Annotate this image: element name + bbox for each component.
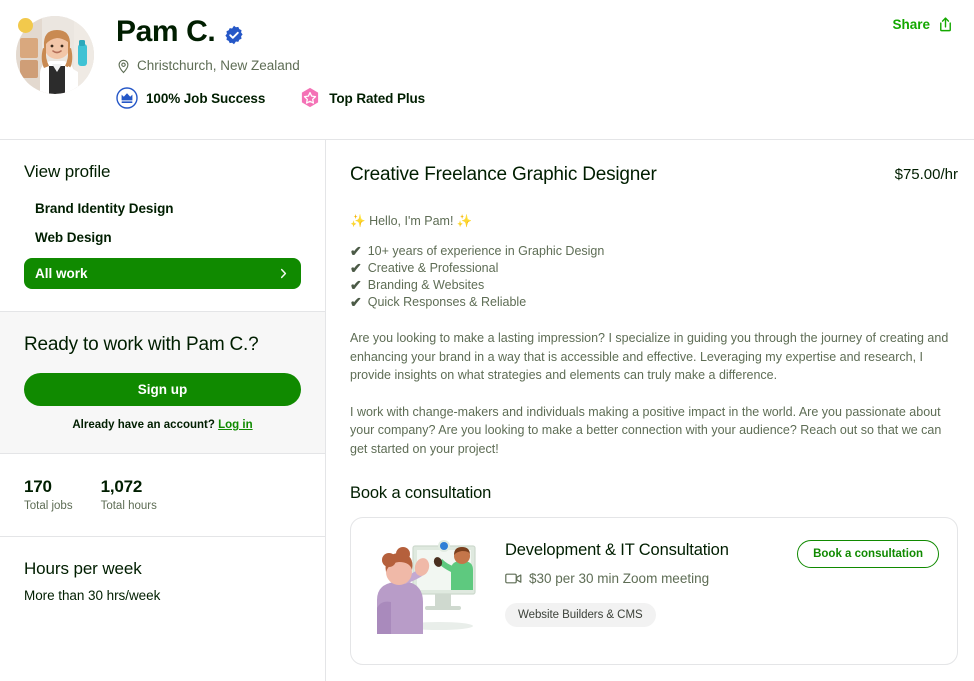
main-content: Creative Freelance Graphic Designer $75.… [326, 140, 974, 681]
top-rated-plus-star-icon [302, 87, 319, 108]
identity-block: Pam C. Christchurch, New Zealand 100% Jo… [116, 12, 425, 109]
share-button[interactable]: Share [888, 12, 958, 37]
consultation-category-tag: Website Builders & CMS [505, 603, 656, 627]
login-link[interactable]: Log in [218, 419, 253, 431]
highlight-text: Branding & Websites [367, 278, 485, 292]
video-camera-icon [505, 573, 522, 584]
hours-per-week-heading: Hours per week [24, 559, 142, 578]
location-row: Christchurch, New Zealand [116, 57, 425, 75]
intro-text: Hello, I'm Pam! [369, 214, 454, 228]
job-title: Creative Freelance Graphic Designer [350, 164, 657, 185]
sidebar: View profile Brand Identity Design Web D… [0, 140, 326, 681]
list-item: ✔ 10+ years of experience in Graphic Des… [350, 243, 958, 260]
list-item: ✔ Branding & Websites [350, 277, 958, 294]
sparkle-icon-right: ✨ [456, 214, 473, 228]
stat-total-jobs: 170 Total jobs [24, 476, 73, 514]
badges-row: 100% Job Success Top Rated Plus [116, 87, 425, 109]
verified-badge-icon [225, 25, 243, 44]
stats-section: 170 Total jobs 1,072 Total hours [0, 454, 325, 537]
all-work-label: All work [35, 266, 88, 281]
login-prompt: Already have an account? Log in [24, 419, 301, 431]
page-title: Pam C. [116, 15, 216, 48]
check-icon: ✔ [350, 260, 362, 276]
consultation-title: Development & IT Consultation [505, 541, 729, 559]
sidebar-nav-section: View profile Brand Identity Design Web D… [0, 140, 325, 312]
view-profile-heading: View profile [24, 162, 111, 181]
signup-button[interactable]: Sign up [24, 373, 301, 406]
profile-header: Pam C. Christchurch, New Zealand 100% Jo… [0, 0, 974, 140]
job-success-crown-icon [116, 87, 138, 109]
video-call-illustration [369, 534, 487, 634]
highlight-list: ✔ 10+ years of experience in Graphic Des… [350, 243, 958, 311]
highlight-text: 10+ years of experience in Graphic Desig… [367, 244, 605, 258]
stat-total-hours-label: Total hours [100, 500, 157, 512]
badge-job-success-label: 100% Job Success [146, 90, 266, 106]
location-text: Christchurch, New Zealand [137, 58, 300, 73]
stats-row: 170 Total jobs 1,072 Total hours [24, 476, 301, 514]
list-item: ✔ Creative & Professional [350, 260, 958, 277]
share-button-label: Share [892, 17, 930, 32]
profile-page: Pam C. Christchurch, New Zealand 100% Jo… [0, 0, 974, 681]
check-icon: ✔ [350, 243, 362, 259]
badge-top-rated-plus-label: Top Rated Plus [329, 90, 426, 106]
stat-total-hours-value: 1,072 [100, 477, 143, 496]
intro-line: ✨ Hello, I'm Pam! ✨ [350, 212, 958, 230]
stat-total-jobs-value: 170 [24, 477, 52, 496]
main-header-row: Creative Freelance Graphic Designer $75.… [350, 164, 958, 186]
consultation-meta: $30 per 30 min Zoom meeting [505, 571, 779, 586]
avatar-wrapper [16, 16, 98, 98]
list-item: ✔ Quick Responses & Reliable [350, 294, 958, 311]
sparkle-icon-left: ✨ [350, 214, 366, 228]
sidebar-item-web-design[interactable]: Web Design [24, 223, 301, 252]
highlight-text: Creative & Professional [367, 261, 499, 275]
hours-per-week-section: Hours per week More than 30 hrs/week [0, 537, 325, 625]
highlight-text: Quick Responses & Reliable [367, 295, 527, 309]
badge-top-rated-plus[interactable]: Top Rated Plus [299, 87, 425, 109]
sidebar-nav-list: Brand Identity Design Web Design All wor… [24, 194, 301, 289]
availability-dot-icon [18, 18, 33, 33]
body-area: View profile Brand Identity Design Web D… [0, 140, 974, 681]
name-row: Pam C. [116, 14, 425, 50]
login-prompt-text: Already have an account? [72, 419, 215, 431]
chevron-right-icon [280, 268, 287, 279]
check-icon: ✔ [350, 277, 362, 293]
location-pin-icon [118, 59, 129, 73]
consultation-card: Development & IT Consultation $30 per 30… [350, 517, 958, 665]
sidebar-item-all-work[interactable]: All work [24, 258, 301, 289]
description-paragraph-1: Are you looking to make a lasting impres… [350, 331, 949, 382]
ready-to-work-heading: Ready to work with Pam C.? [24, 334, 259, 355]
book-consultation-button[interactable]: Book a consultation [797, 540, 939, 568]
stat-total-hours: 1,072 Total hours [101, 476, 157, 514]
consultation-section-heading: Book a consultation [350, 484, 492, 502]
description-paragraph-2: I work with change-makers and individual… [350, 404, 942, 456]
signup-cta-section: Ready to work with Pam C.? Sign up Alrea… [0, 312, 325, 454]
hourly-rate: $75.00/hr [894, 166, 958, 183]
consultation-details: Development & IT Consultation $30 per 30… [505, 534, 779, 627]
hours-per-week-value: More than 30 hrs/week [24, 588, 161, 603]
stat-total-jobs-label: Total jobs [24, 500, 73, 512]
share-upload-icon [940, 17, 951, 32]
check-icon: ✔ [350, 294, 362, 310]
sidebar-item-brand-identity-design[interactable]: Brand Identity Design [24, 194, 301, 223]
badge-job-success[interactable]: 100% Job Success [116, 87, 265, 109]
consultation-price: $30 per 30 min Zoom meeting [529, 571, 710, 586]
